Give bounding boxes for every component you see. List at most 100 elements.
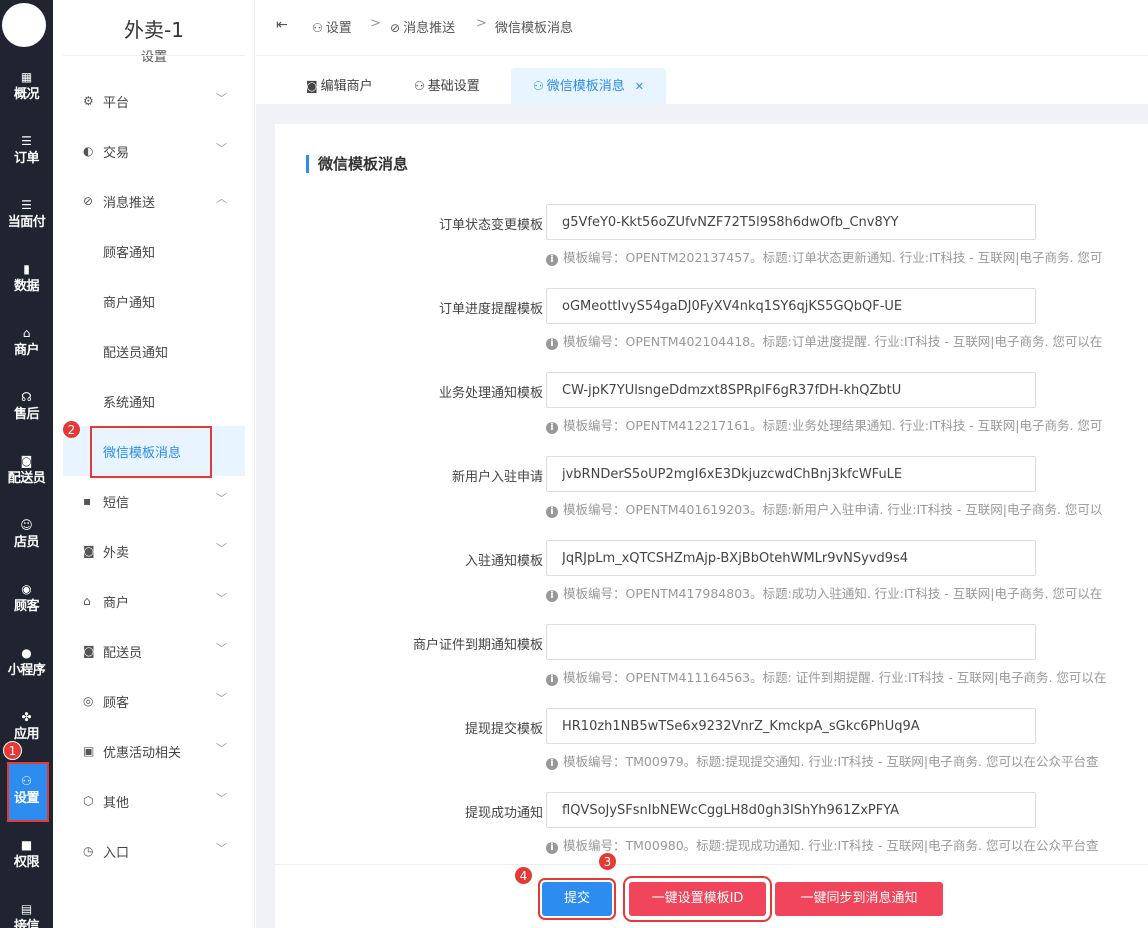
field-label: 订单进度提醒模板 [438,302,543,317]
menu-push[interactable]: ⊘ 消息推送 ︿ [63,176,245,226]
breadcrumb-push[interactable]: ⊘ 消息推送 [390,17,455,36]
rail-item-permission[interactable]: ■ 权限 [0,832,53,896]
rail-item-rider[interactable]: ◙ 配送员 [0,448,53,512]
menu-sms[interactable]: ▪ 短信 ﹀ [63,476,245,526]
template-business-input[interactable] [546,372,1036,408]
avatar[interactable] [2,3,46,47]
form-row: 订单状态变更模板 i模板编号：OPENTM202137457。标题:订单状态更新… [275,204,1148,288]
divider [63,55,245,56]
form-footer: 提交 一键设置模板ID 一键同步到消息通知 [275,864,1148,928]
template-withdraw-submit-input[interactable] [546,708,1036,744]
template-new-user-input[interactable] [546,456,1036,492]
sync-message-button[interactable]: 一键同步到消息通知 [775,882,943,916]
gift-icon: ▣ [83,744,95,758]
store-icon: ⌂ [83,594,91,608]
step-badge-4: 4 [514,866,533,885]
wechat-icon: ● [21,646,32,660]
template-settle-in-input[interactable] [546,540,1036,576]
top-bar: ⇤ ⚇ 设置 > ⊘ 消息推送 > 微信模板消息 [256,0,1148,56]
rail-item-merchant[interactable]: ⌂ 商户 [0,320,53,384]
submenu-system-notice[interactable]: 系统通知 [63,376,245,426]
field-hint: i 模板编号：TM00980。标题:提现成功通知. 行业:IT科技 - 互联网|电… [546,835,1148,854]
scooter-icon: ◙ [83,544,95,558]
field-hint: i 模板编号：OPENTM412217161。标题:业务处理结果通知. 行业:IT… [546,415,1148,434]
rail-item-data[interactable]: ▮ 数据 [0,256,53,320]
info-icon: i [546,338,558,350]
info-icon: i [546,422,558,434]
chevron-down-icon: ﹀ [216,142,227,155]
collapse-menu-icon[interactable]: ⇤ [276,17,288,33]
form-row: 商户证件到期通知模板 i 模板编号：OPENTM411164563。标题: 证件到… [275,624,1148,708]
close-icon[interactable]: ✕ [635,80,644,93]
push-icon: ⊘ [390,21,401,35]
step-badge-2: 2 [62,420,81,439]
template-order-progress-input[interactable] [546,288,1036,324]
sms-icon: ▪ [83,494,92,508]
info-icon: i [546,842,558,854]
apps-icon: ✤ [21,710,32,724]
menu-platform[interactable]: ⚙ 平台 ﹀ [63,76,245,126]
bar-chart-icon: ▮ [23,262,30,276]
menu-merchant[interactable]: ⌂ 商户 ﹀ [63,576,245,626]
template-license-expiry-input[interactable] [546,624,1036,660]
field-hint: i 模板编号：OPENTM417984803。标题:成功入驻通知. 行业:IT科技… [546,583,1148,602]
field-label: 订单状态变更模板 [438,218,543,233]
menu-other[interactable]: ⬡ 其他 ﹀ [63,776,245,826]
submit-button[interactable]: 提交 [538,878,616,920]
rail-item-settings[interactable]: ⚇ 设置 [0,762,53,832]
hexagon-icon: ⬡ [83,794,94,808]
info-icon: i [546,674,558,686]
tab-wechat-template[interactable]: ⚇ 微信模板消息 ✕ [511,68,666,104]
template-withdraw-success-input[interactable] [546,792,1036,828]
form-row: 新用户入驻申请 i模板编号：OPENTM401619203。标题:新用户入驻申请… [275,456,1148,540]
submenu-merchant-notice[interactable]: 商户通知 [63,276,245,326]
chevron-down-icon: ﹀ [216,642,227,655]
chevron-down-icon: ﹀ [216,792,227,805]
tab-basic-settings[interactable]: ⚇ 基础设置 [414,68,480,104]
compass-icon: ◷ [83,844,94,858]
rail-item-aftersale[interactable]: ☊ 售后 [0,384,53,448]
field-label: 商户证件到期通知模板 [412,638,543,653]
rail-item-report[interactable]: ▤ 接信 [0,896,53,928]
rail-item-customer[interactable]: ◉ 顾客 [0,576,53,640]
rail-item-facepay[interactable]: ☰ 当面付 [0,192,53,256]
info-icon: i [546,506,558,518]
rail-item-clerk[interactable]: ☺ 店员 [0,512,53,576]
step-badge-3: 3 [598,852,617,871]
rider-icon: ◙ [83,644,95,658]
tab-edit-merchant[interactable]: ◙ 编辑商户 [306,68,373,104]
chevron-down-icon: ﹀ [216,92,227,105]
breadcrumb-settings[interactable]: ⚇ 设置 [312,17,352,36]
settings-sidebar: 外卖-1 设置 ⚙ 平台 ﹀ ◐ 交易 ﹀ ⊘ 消息推送 ︿ 顾客通知 商户通知 配送员通知… [53,0,255,928]
submenu-rider-notice[interactable]: 配送员通知 [63,326,245,376]
headset-icon: ☊ [21,390,32,404]
set-template-id-button[interactable]: 一键设置模板ID [623,876,772,922]
field-hint: i 模板编号：OPENTM411164563。标题: 证件到期提醒. 行业:IT科… [546,667,1148,686]
dashboard-icon: ▦ [20,70,33,84]
form-row: 业务处理通知模板 i模板编号：OPENTM412217161。标题:业务处理结果… [275,372,1148,456]
template-order-status-input[interactable] [546,204,1036,240]
menu-entry[interactable]: ◷ 入口 ﹀ [63,826,245,876]
field-label: 提现成功通知 [464,806,543,821]
chevron-down-icon: ﹀ [216,742,227,755]
rail-item-orders[interactable]: ☰ 订单 [0,128,53,192]
menu-customer[interactable]: ◎ 顾客 ﹀ [63,676,245,726]
chevron-down-icon: ﹀ [216,492,227,505]
rail-item-miniprogram[interactable]: ● 小程序 [0,640,53,704]
user-settings-icon: ⚇ [21,774,32,788]
info-icon: i [546,254,558,266]
submenu-customer-notice[interactable]: 顾客通知 [63,226,245,276]
trade-icon: ◐ [83,144,94,158]
menu-promotion[interactable]: ▣ 优惠活动相关 ﹀ [63,726,245,776]
field-hint: i 模板编号：OPENTM402104418。标题:订单进度提醒. 行业:IT科技… [546,331,1148,350]
doc-chart-icon: ▤ [20,902,33,916]
menu-trade[interactable]: ◐ 交易 ﹀ [63,126,245,176]
chevron-down-icon: ﹀ [216,592,227,605]
menu-takeout[interactable]: ◙ 外卖 ﹀ [63,526,245,576]
scooter-icon: ◙ [306,79,318,93]
menu-rider[interactable]: ◙ 配送员 ﹀ [63,626,245,676]
form-panel: 微信模板消息 订单状态变更模板 i模板编号：OPENTM202137457。标题… [275,124,1148,864]
user-settings-icon: ⚇ [533,79,544,93]
rail-item-overview[interactable]: ▦ 概况 [0,64,53,128]
submenu-wechat-template[interactable]: 微信模板消息 [63,426,245,478]
